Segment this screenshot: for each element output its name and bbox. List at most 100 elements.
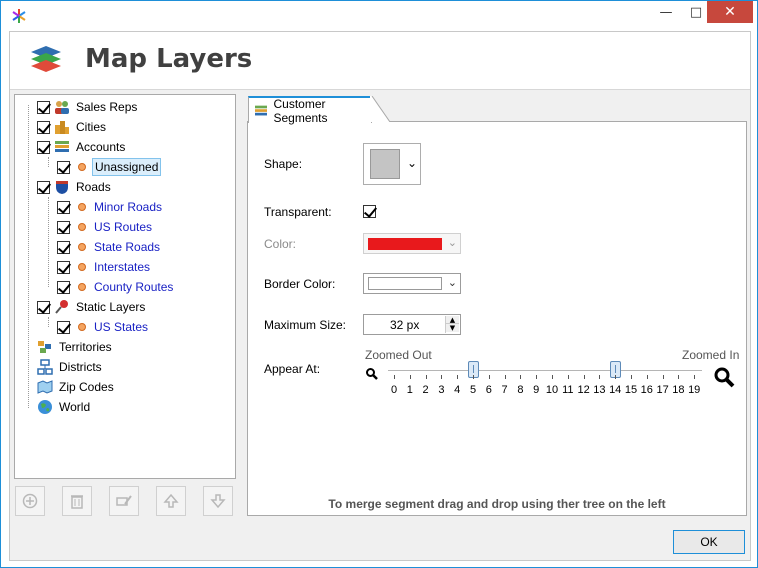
tree-item-label: World	[59, 400, 91, 414]
tree-checkbox[interactable]	[57, 280, 70, 294]
edit-layer-button[interactable]	[109, 486, 139, 516]
border-color-swatch	[368, 277, 442, 290]
tree-checkbox[interactable]	[57, 260, 70, 274]
tree-item-label: Accounts	[76, 140, 126, 154]
tab-label: Customer Segments	[273, 96, 328, 125]
slider-tick	[552, 375, 553, 379]
stepper-buttons: ▲ ▼	[445, 316, 459, 333]
move-up-button[interactable]	[156, 486, 186, 516]
slider-tick	[457, 375, 459, 379]
layers-tree[interactable]: Sales Reps Cities Accounts Unassigned Ro	[14, 94, 236, 479]
tree-item-label: US States	[94, 320, 149, 334]
tree-item-sales-reps[interactable]: Sales Reps	[37, 97, 139, 117]
tree-item-world[interactable]: World	[37, 397, 92, 417]
tree-item-districts[interactable]: Districts	[37, 357, 104, 377]
appear-at-label: Appear At:	[264, 362, 321, 376]
slider-tick	[441, 375, 443, 379]
tree-item-accounts[interactable]: Accounts	[37, 137, 127, 157]
tree-item-minor-roads[interactable]: Minor Roads	[57, 197, 164, 217]
slider-tick	[678, 375, 680, 379]
tree-item-label: State Roads	[94, 240, 161, 254]
tree-item-interstates[interactable]: Interstates	[57, 257, 152, 277]
zip-map-icon	[37, 380, 53, 394]
delete-layer-button[interactable]	[62, 486, 92, 516]
zoomed-out-label: Zoomed Out	[365, 348, 432, 362]
increment-button[interactable]: ▲	[446, 316, 459, 324]
add-icon	[22, 493, 38, 509]
tree-item-roads[interactable]: Roads	[37, 177, 113, 197]
city-buildings-icon	[55, 121, 69, 134]
tree-item-label: Roads	[76, 180, 111, 194]
tree-item-label: Districts	[59, 360, 102, 374]
slider-tick	[394, 375, 395, 379]
orange-dot-icon	[78, 203, 86, 211]
tree-item-us-states[interactable]: US States	[57, 317, 150, 337]
transparent-checkbox[interactable]	[363, 205, 376, 218]
tree-checkbox[interactable]	[37, 180, 50, 194]
decrement-button[interactable]: ▼	[446, 324, 459, 332]
table-stack-icon	[55, 141, 69, 152]
slider-tick	[583, 375, 585, 379]
tree-checkbox[interactable]	[37, 300, 50, 314]
zoomed-in-label: Zoomed In	[682, 348, 740, 362]
border-color-select[interactable]: ⌄	[363, 273, 461, 294]
orange-dot-icon	[78, 223, 86, 231]
tree-item-territories[interactable]: Territories	[37, 337, 114, 357]
tree-item-label: Zip Codes	[59, 380, 114, 394]
dialog-body: Map Layers Sales Reps Cities Accounts Un…	[9, 31, 751, 561]
tree-checkbox[interactable]	[57, 240, 70, 254]
shape-select[interactable]: ⌄	[363, 143, 421, 185]
tree-checkbox[interactable]	[57, 200, 70, 214]
edit-icon	[116, 495, 132, 506]
tree-item-zip-codes[interactable]: Zip Codes	[37, 377, 116, 397]
slider-tick	[615, 375, 617, 379]
tree-item-cities[interactable]: Cities	[37, 117, 108, 137]
add-layer-button[interactable]	[15, 486, 45, 516]
globe-icon	[38, 400, 52, 414]
zoom-range-slider[interactable]	[388, 370, 702, 372]
arrow-up-icon	[163, 493, 179, 508]
tree-item-county-routes[interactable]: County Routes	[57, 277, 175, 297]
ok-button[interactable]: OK	[673, 530, 745, 554]
slider-tick-label: 19	[688, 384, 701, 396]
tree-checkbox[interactable]	[57, 220, 70, 234]
slider-tick	[409, 375, 411, 379]
tree-connector	[48, 197, 49, 287]
slider-tick	[504, 375, 506, 379]
tree-item-static-layers[interactable]: Static Layers	[37, 297, 147, 317]
orange-dot-icon	[78, 283, 86, 291]
slider-tick	[599, 375, 601, 379]
minimize-button[interactable]: —	[651, 1, 681, 23]
tree-checkbox[interactable]	[57, 320, 70, 334]
move-down-button[interactable]	[203, 486, 233, 516]
tree-checkbox[interactable]	[57, 160, 70, 174]
tree-checkbox[interactable]	[37, 140, 50, 154]
slider-tick	[567, 375, 569, 379]
max-size-label: Maximum Size:	[264, 318, 347, 332]
tree-item-unassigned[interactable]: Unassigned	[57, 157, 162, 177]
tab-corner	[370, 96, 390, 122]
chevron-down-icon: ⌄	[447, 276, 457, 289]
max-size-value: 32 px	[390, 318, 420, 332]
tree-item-label: Cities	[76, 120, 107, 134]
trash-icon	[71, 495, 83, 509]
close-button[interactable]: ✕	[707, 1, 753, 23]
map-layers-window: — □ ✕ Map Layers Sales Reps Cities Accou…	[0, 0, 758, 568]
people-icon	[55, 101, 69, 114]
chevron-down-icon: ⌄	[407, 156, 418, 170]
border-color-label: Border Color:	[264, 277, 336, 291]
max-size-stepper[interactable]: 32 px ▲ ▼	[363, 314, 461, 335]
tree-item-state-roads[interactable]: State Roads	[57, 237, 162, 257]
shape-label: Shape:	[264, 157, 303, 171]
slider-tick	[694, 375, 696, 379]
table-stack-icon	[255, 105, 268, 115]
tree-checkbox[interactable]	[37, 100, 50, 114]
chevron-down-icon: ⌄	[447, 236, 457, 249]
slider-tick	[536, 375, 538, 379]
slider-tick	[488, 375, 490, 379]
tab-customer-segments[interactable]: Customer Segments	[248, 96, 372, 125]
tree-item-label: Sales Reps	[76, 100, 138, 114]
tree-item-us-routes[interactable]: US Routes	[57, 217, 154, 237]
tree-checkbox[interactable]	[37, 120, 50, 134]
color-select[interactable]: ⌄	[363, 233, 461, 254]
